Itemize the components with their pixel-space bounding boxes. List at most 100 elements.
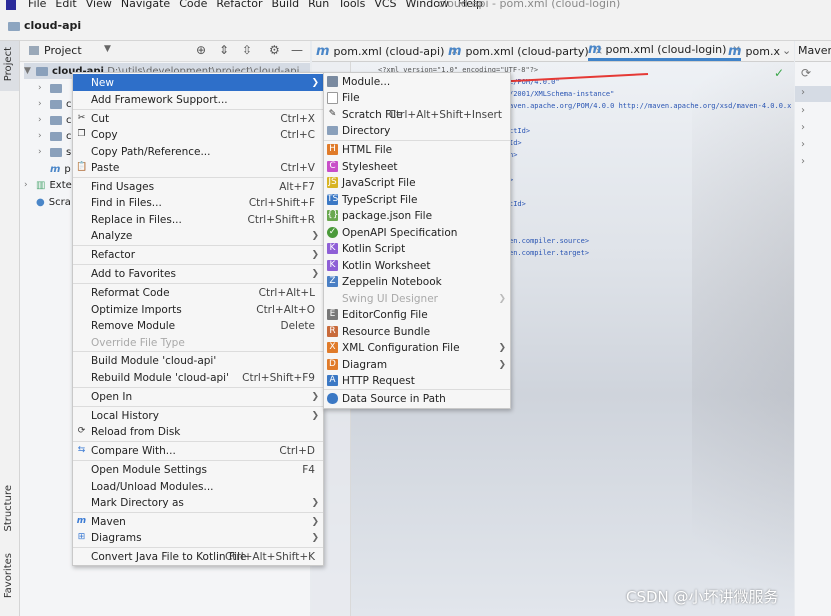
project-tool-button[interactable]: Project	[0, 41, 19, 91]
menu-edit[interactable]: Edit	[55, 0, 76, 10]
menu-item-compare-with[interactable]: ⇆ Compare With... Ctrl+D	[73, 442, 323, 459]
chevron-right-icon[interactable]: ›	[801, 122, 805, 133]
menu-navigate[interactable]: Navigate	[121, 0, 170, 10]
menu-item-editorconfig-file[interactable]: E EditorConfig File	[324, 306, 510, 323]
menu-item-html-file[interactable]: H HTML File	[324, 141, 510, 158]
chevron-right-icon[interactable]: ›	[38, 83, 50, 93]
menu-item-copy-path[interactable]: Copy Path/Reference...	[73, 143, 323, 160]
inspection-ok-icon[interactable]: ✓	[774, 66, 784, 80]
menu-item-stylesheet[interactable]: C Stylesheet	[324, 158, 510, 175]
menu-item-find-in-files[interactable]: Find in Files... Ctrl+Shift+F	[73, 194, 323, 211]
tab-pom-cloud-api[interactable]: m pom.xml (cloud-api) ×	[316, 41, 459, 61]
chevron-right-icon[interactable]: ›	[801, 87, 805, 98]
chevron-right-icon[interactable]: ›	[38, 147, 50, 157]
menu-item-diagram[interactable]: D Diagram ❯	[324, 356, 510, 373]
menu-item-find-usages[interactable]: Find Usages Alt+F7	[73, 178, 323, 195]
tree-row[interactable]: › s	[38, 144, 71, 160]
breadcrumb-project[interactable]: cloud-api	[24, 19, 81, 32]
chevron-down-icon[interactable]: ▼	[24, 66, 36, 76]
menu-item-openapi-spec[interactable]: ✓ OpenAPI Specification	[324, 224, 510, 241]
chevron-right-icon[interactable]: ›	[801, 156, 805, 167]
tree-row-scratches[interactable]: ● Scra	[36, 194, 71, 210]
menu-item-module[interactable]: Module...	[324, 73, 510, 90]
menu-item-package-json[interactable]: {} package.json File	[324, 207, 510, 224]
menu-item-cut[interactable]: ✂ Cut Ctrl+X	[73, 110, 323, 127]
menu-item-analyze[interactable]: Analyze ❯	[73, 227, 323, 244]
menu-item-data-source-in-path[interactable]: Data Source in Path	[324, 390, 510, 407]
tab-list-chevron-icon[interactable]: ⌄	[782, 44, 791, 57]
maven-tool-header[interactable]: Maven	[795, 41, 831, 62]
tab-pom-cloud-login[interactable]: m pom.xml (cloud-login) ×	[588, 41, 741, 61]
tree-row-external[interactable]: › ▥ Exte	[24, 177, 72, 193]
menu-file[interactable]: File	[28, 0, 46, 10]
menu-item-reload-from-disk[interactable]: ⟳ Reload from Disk	[73, 423, 323, 440]
menu-item-diagrams[interactable]: ⊞ Diagrams ❯	[73, 529, 323, 546]
menu-item-new[interactable]: New ❯	[73, 74, 323, 91]
tree-row[interactable]: › c	[38, 112, 72, 128]
menu-item-refactor[interactable]: Refactor ❯	[73, 246, 323, 263]
code-line: aven.apache.org/POM/4.0.0 http://maven.a…	[509, 102, 792, 110]
chevron-right-icon[interactable]: ›	[38, 115, 50, 125]
code-line: ctId>	[509, 127, 531, 135]
minimize-icon[interactable]: —	[291, 43, 303, 57]
menu-item-paste[interactable]: 📋 Paste Ctrl+V	[73, 159, 323, 176]
menu-item-scratch-file[interactable]: ✎ Scratch File Ctrl+Alt+Shift+Insert	[324, 106, 510, 123]
menu-item-file[interactable]: File	[324, 89, 510, 106]
menu-item-kotlin-worksheet[interactable]: K Kotlin Worksheet	[324, 257, 510, 274]
tree-row[interactable]: › c	[38, 96, 72, 112]
menu-item-convert-java-to-kotlin[interactable]: Convert Java File to Kotlin File Ctrl+Alt…	[73, 548, 323, 565]
menu-item-remove-module[interactable]: Remove Module Delete	[73, 317, 323, 334]
chevron-right-icon[interactable]: ›	[38, 131, 50, 141]
menu-item-label: XML Configuration File	[342, 341, 460, 354]
xml-file-icon: X	[327, 342, 338, 353]
menu-item-xml-configuration-file[interactable]: X XML Configuration File ❯	[324, 339, 510, 356]
chevron-right-icon[interactable]: ›	[801, 139, 805, 150]
menu-refactor[interactable]: Refactor	[216, 0, 262, 10]
structure-tool-button[interactable]: Structure	[3, 485, 14, 532]
menu-item-reformat-code[interactable]: Reformat Code Ctrl+Alt+L	[73, 284, 323, 301]
tree-row[interactable]: mp	[50, 161, 71, 177]
locate-icon[interactable]: ⊕	[196, 43, 206, 57]
menu-item-kotlin-script[interactable]: K Kotlin Script	[324, 240, 510, 257]
menu-item-maven[interactable]: m Maven ❯	[73, 513, 323, 530]
tab-pom-cloud-party[interactable]: m pom.xml (cloud-party) ×	[448, 41, 603, 61]
menu-item-copy[interactable]: ❐ Copy Ctrl+C	[73, 126, 323, 143]
menu-item-build-module[interactable]: Build Module 'cloud-api'	[73, 352, 323, 369]
menu-code[interactable]: Code	[179, 0, 207, 10]
menu-item-label: EditorConfig File	[342, 308, 428, 321]
menu-item-load-unload-modules[interactable]: Load/Unload Modules...	[73, 478, 323, 495]
menu-item-resource-bundle[interactable]: R Resource Bundle	[324, 323, 510, 340]
chevron-down-icon[interactable]: ▼	[104, 44, 111, 54]
menu-item-zeppelin-notebook[interactable]: Z Zeppelin Notebook	[324, 273, 510, 290]
menu-item-open-module-settings[interactable]: Open Module Settings F4	[73, 461, 323, 478]
menu-item-open-in[interactable]: Open In ❯	[73, 388, 323, 405]
menu-item-optimize-imports[interactable]: Optimize Imports Ctrl+Alt+O	[73, 301, 323, 318]
project-view-selector[interactable]: Project	[44, 44, 82, 57]
menu-item-add-to-favorites[interactable]: Add to Favorites ❯	[73, 265, 323, 282]
menu-build[interactable]: Build	[272, 0, 300, 10]
menu-item-replace-in-files[interactable]: Replace in Files... Ctrl+Shift+R	[73, 211, 323, 228]
menu-item-local-history[interactable]: Local History ❯	[73, 407, 323, 424]
collapse-all-icon[interactable]: ⇳	[242, 43, 252, 57]
menu-vcs[interactable]: VCS	[374, 0, 396, 10]
menu-item-rebuild-module[interactable]: Rebuild Module 'cloud-api' Ctrl+Shift+F9	[73, 369, 323, 386]
menu-item-directory[interactable]: Directory	[324, 122, 510, 139]
menu-item-javascript-file[interactable]: JS JavaScript File	[324, 174, 510, 191]
expand-all-icon[interactable]: ⇕	[219, 43, 229, 57]
menu-view[interactable]: View	[86, 0, 112, 10]
gear-icon[interactable]: ⚙	[269, 43, 280, 57]
menu-item-typescript-file[interactable]: TS TypeScript File	[324, 191, 510, 208]
menu-item-mark-directory-as[interactable]: Mark Directory as ❯	[73, 494, 323, 511]
menu-item-add-framework-support[interactable]: Add Framework Support...	[73, 91, 323, 108]
menu-item-http-request[interactable]: A HTTP Request	[324, 372, 510, 389]
menu-tools[interactable]: Tools	[338, 0, 365, 10]
tree-row[interactable]: ›	[38, 80, 66, 96]
chevron-right-icon[interactable]: ›	[801, 105, 805, 116]
tab-pom-overflow[interactable]: m pom.x	[728, 41, 780, 61]
chevron-right-icon[interactable]: ›	[24, 180, 36, 190]
menu-run[interactable]: Run	[308, 0, 329, 10]
favorites-tool-button[interactable]: Favorites	[3, 553, 14, 598]
tree-row[interactable]: › c	[38, 128, 72, 144]
reload-icon[interactable]: ⟳	[801, 66, 811, 80]
chevron-right-icon[interactable]: ›	[38, 99, 50, 109]
